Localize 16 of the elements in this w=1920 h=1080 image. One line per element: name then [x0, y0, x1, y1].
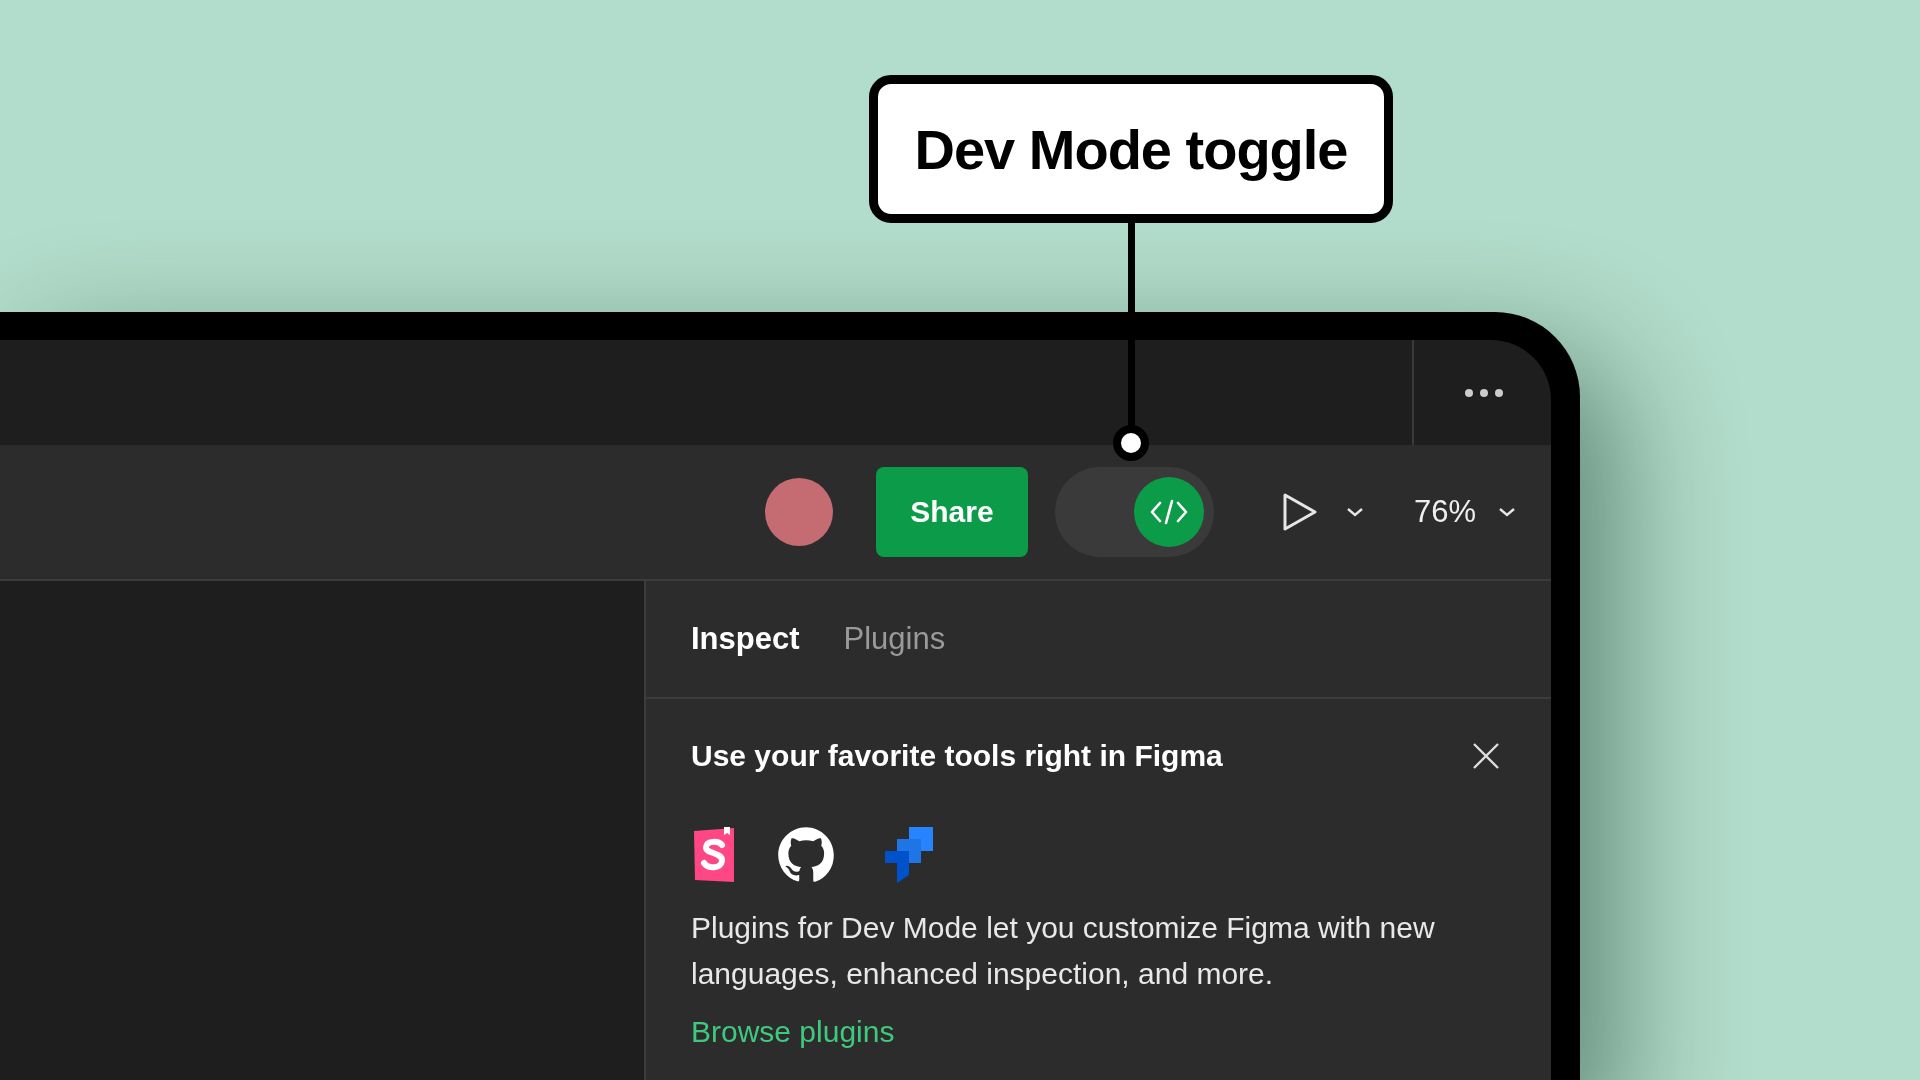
callout-label: Dev Mode toggle: [869, 75, 1393, 223]
banner-title: Use your favorite tools right in Figma: [691, 739, 1223, 773]
chevron-down-icon[interactable]: [1345, 507, 1364, 517]
banner-text: Plugins for Dev Mode let you customize Figma with new languages, enhanced inspection, and more.: [691, 910, 1436, 992]
more-icon[interactable]: [1464, 387, 1504, 398]
panel-tab[interactable]: Inspect: [691, 621, 800, 657]
play-icon[interactable]: [1281, 492, 1318, 532]
code-icon: [1148, 499, 1189, 525]
close-icon[interactable]: [1471, 741, 1501, 771]
browse-plugins-link[interactable]: Browse plugins: [691, 1015, 895, 1048]
chevron-down-icon[interactable]: [1498, 507, 1516, 517]
share-button[interactable]: Share: [875, 467, 1028, 557]
panel-tab[interactable]: Plugins: [843, 621, 946, 657]
github-icon: [777, 826, 835, 884]
zoom-level[interactable]: 76%: [1413, 494, 1476, 530]
storybook-icon: [691, 827, 737, 883]
